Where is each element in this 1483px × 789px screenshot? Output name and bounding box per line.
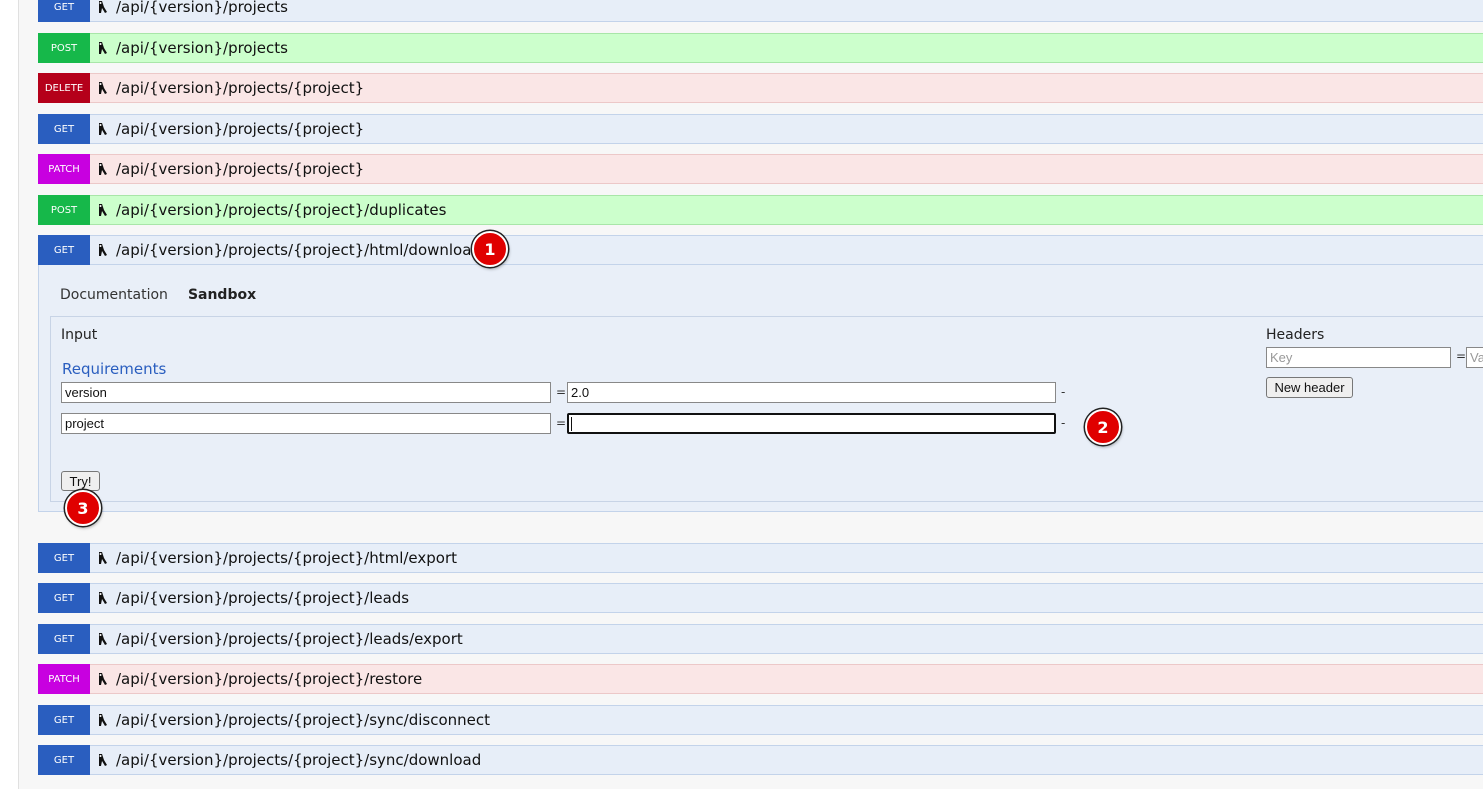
key-icon — [96, 631, 110, 647]
route-delete-project[interactable]: DELETE /api/{version}/projects/{project} — [38, 73, 1483, 103]
route-get-sync-disconnect[interactable]: GET /api/{version}/projects/{project}/sy… — [38, 705, 1483, 735]
method-badge: GET — [38, 0, 90, 22]
route-details-panel: Documentation Sandbox Input Requirements… — [38, 265, 1483, 512]
route-get-html-export[interactable]: GET /api/{version}/projects/{project}/ht… — [38, 543, 1483, 573]
remove-param-dash[interactable]: - — [1061, 416, 1065, 430]
method-badge: GET — [38, 235, 90, 265]
key-icon — [96, 752, 110, 768]
remove-param-dash[interactable]: - — [1061, 385, 1065, 399]
route-get-leads-export[interactable]: GET /api/{version}/projects/{project}/le… — [38, 624, 1483, 654]
method-badge: GET — [38, 583, 90, 613]
method-badge: POST — [38, 195, 90, 225]
route-get-leads[interactable]: GET /api/{version}/projects/{project}/le… — [38, 583, 1483, 613]
route-get-project[interactable]: GET /api/{version}/projects/{project} — [38, 114, 1483, 144]
key-icon — [96, 712, 110, 728]
key-icon — [96, 671, 110, 687]
route-path: /api/{version}/projects/{project}/duplic… — [116, 201, 447, 219]
sandbox-form: Input Requirements version = 2.0 - proje… — [50, 316, 1483, 502]
route-path: /api/{version}/projects/{project} — [116, 160, 365, 178]
route-get-projects[interactable]: GET /api/{version}/projects — [38, 0, 1483, 22]
route-get-sync-download[interactable]: GET /api/{version}/projects/{project}/sy… — [38, 745, 1483, 775]
try-button[interactable]: Try! — [61, 471, 100, 491]
details-tabs: Documentation Sandbox — [60, 287, 256, 303]
route-path: /api/{version}/projects — [116, 39, 288, 57]
route-path: /api/{version}/projects/{project}/html/d… — [116, 241, 481, 259]
step-marker-1: 1 — [472, 231, 508, 267]
route-path: /api/{version}/projects/{project} — [116, 120, 365, 138]
step-marker-3: 3 — [65, 490, 101, 526]
key-icon — [96, 550, 110, 566]
route-post-duplicates[interactable]: POST /api/{version}/projects/{project}/d… — [38, 195, 1483, 225]
step-marker-2: 2 — [1085, 409, 1121, 445]
route-post-projects[interactable]: POST /api/{version}/projects — [38, 33, 1483, 63]
key-icon — [96, 161, 110, 177]
route-path: /api/{version}/projects — [116, 0, 288, 16]
method-badge: PATCH — [38, 664, 90, 694]
key-icon — [96, 590, 110, 606]
route-path: /api/{version}/projects/{project}/restor… — [116, 670, 423, 688]
tab-sandbox[interactable]: Sandbox — [188, 287, 256, 303]
param-value-version[interactable]: 2.0 — [567, 382, 1056, 403]
method-badge: GET — [38, 624, 90, 654]
key-icon — [96, 0, 110, 15]
equals-sign: = — [556, 385, 567, 399]
param-value-project[interactable] — [567, 413, 1056, 434]
key-icon — [96, 242, 110, 258]
input-label: Input — [61, 327, 98, 343]
route-patch-restore[interactable]: PATCH /api/{version}/projects/{project}/… — [38, 664, 1483, 694]
route-path: /api/{version}/projects/{project} — [116, 79, 365, 97]
route-path: /api/{version}/projects/{project}/leads/… — [116, 630, 463, 648]
route-patch-project[interactable]: PATCH /api/{version}/projects/{project} — [38, 154, 1483, 184]
method-badge: POST — [38, 33, 90, 63]
tab-documentation[interactable]: Documentation — [60, 287, 168, 303]
header-value-input[interactable]: Value — [1466, 347, 1483, 368]
method-badge: DELETE — [38, 73, 90, 103]
key-icon — [96, 202, 110, 218]
route-path: /api/{version}/projects/{project}/html/e… — [116, 549, 458, 567]
headers-label: Headers — [1266, 327, 1325, 343]
equals-sign: = — [556, 416, 567, 430]
key-icon — [96, 40, 110, 56]
route-get-html-download[interactable]: GET /api/{version}/projects/{project}/ht… — [38, 235, 1483, 265]
new-header-button[interactable]: New header — [1266, 377, 1353, 398]
method-badge: GET — [38, 745, 90, 775]
header-key-input[interactable]: Key — [1266, 347, 1451, 368]
method-badge: GET — [38, 705, 90, 735]
method-badge: PATCH — [38, 154, 90, 184]
method-badge: GET — [38, 114, 90, 144]
key-icon — [96, 121, 110, 137]
param-name-project[interactable]: project — [61, 413, 551, 434]
param-name-version[interactable]: version — [61, 382, 551, 403]
text-cursor — [571, 417, 572, 431]
route-path: /api/{version}/projects/{project}/sync/d… — [116, 751, 482, 769]
requirements-label: Requirements — [62, 360, 167, 378]
equals-sign: = — [1456, 349, 1467, 363]
key-icon — [96, 80, 110, 96]
route-path: /api/{version}/projects/{project}/sync/d… — [116, 711, 490, 729]
route-path: /api/{version}/projects/{project}/leads — [116, 589, 410, 607]
method-badge: GET — [38, 543, 90, 573]
